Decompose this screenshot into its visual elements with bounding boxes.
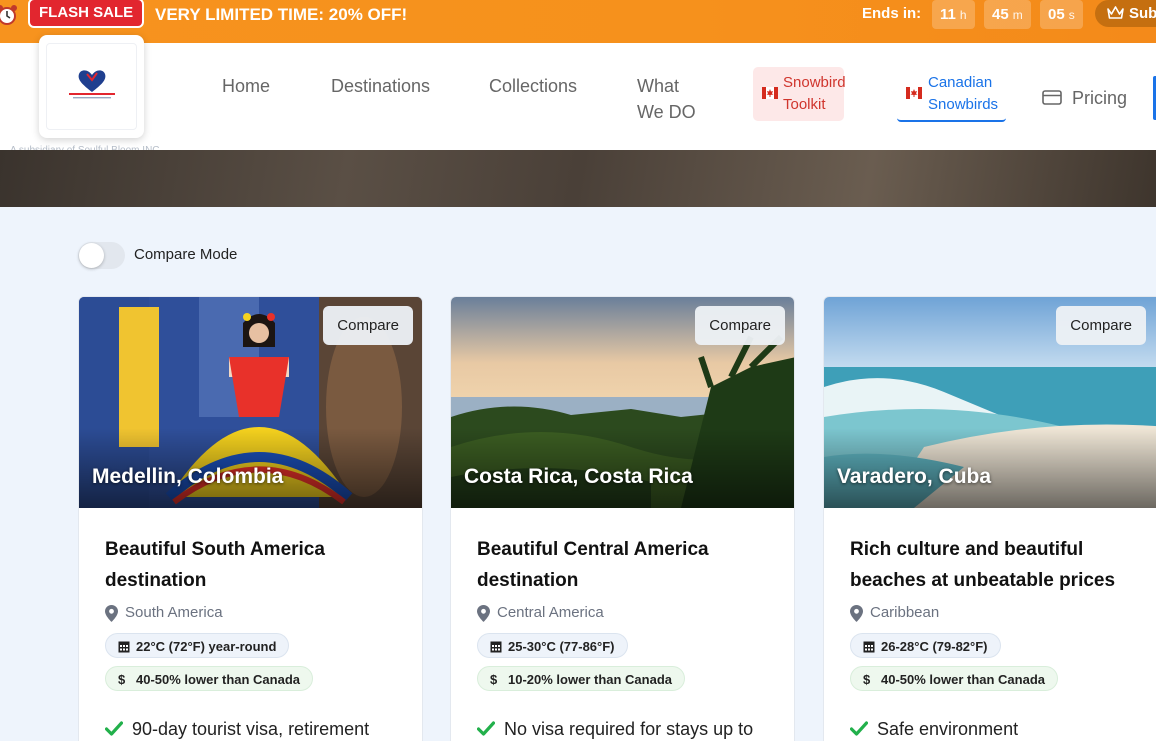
nav-snowbird-toolkit[interactable]: Snowbird Toolkit bbox=[753, 67, 846, 121]
compare-mode-toggle[interactable] bbox=[78, 242, 125, 269]
destination-region: South America bbox=[105, 604, 223, 622]
nav-destinations[interactable]: Destinations bbox=[331, 73, 430, 99]
nav-what-we-do[interactable]: What We DO bbox=[637, 73, 696, 125]
destination-feature: No visa required for stays up to bbox=[477, 719, 753, 740]
location-pin-icon bbox=[477, 605, 490, 622]
nav-home[interactable]: Home bbox=[222, 73, 270, 99]
check-icon bbox=[850, 721, 868, 736]
destination-city: Medellin, Colombia bbox=[92, 465, 284, 488]
dollar-icon: $ bbox=[863, 673, 871, 686]
main-navbar: A subsidiary of Soulful Bloom INC Home D… bbox=[0, 35, 1156, 156]
flash-sale-bar: FLASH SALE VERY LIMITED TIME: 20% OFF! E… bbox=[0, 0, 1156, 43]
destination-feature: 90-day tourist visa, retirement bbox=[105, 719, 369, 740]
dollar-icon: $ bbox=[490, 673, 498, 686]
temperature-badge: 26-28°C (79-82°F) bbox=[850, 633, 1001, 658]
cost-badge: $ 40-50% lower than Canada bbox=[105, 666, 313, 691]
destination-title: Beautiful South America destination bbox=[105, 539, 325, 591]
svg-text:$: $ bbox=[490, 673, 498, 686]
cost-badge: $ 10-20% lower than Canada bbox=[477, 666, 685, 691]
canada-flag-icon bbox=[762, 87, 778, 99]
credit-card-icon bbox=[1042, 90, 1062, 105]
svg-text:$: $ bbox=[863, 673, 871, 686]
countdown-hours: 11 h bbox=[932, 0, 975, 29]
toggle-knob bbox=[79, 243, 104, 268]
canada-flag-icon bbox=[906, 87, 922, 99]
destination-region: Caribbean bbox=[850, 604, 939, 622]
destination-title: Beautiful Central America destination bbox=[477, 539, 709, 591]
alarm-clock-icon bbox=[0, 5, 17, 25]
site-logo[interactable] bbox=[39, 35, 144, 138]
destination-feature: Safe environment bbox=[850, 719, 1018, 740]
flash-sale-badge: FLASH SALE bbox=[28, 0, 145, 28]
temperature-badge: 25-30°C (77-86°F) bbox=[477, 633, 628, 658]
temperature-badge: 22°C (72°F) year-round bbox=[105, 633, 290, 658]
dollar-icon: $ bbox=[118, 673, 126, 686]
destination-city: Varadero, Cuba bbox=[837, 465, 992, 488]
destination-card[interactable]: Varadero, Cuba Compare Rich culture and … bbox=[823, 296, 1156, 741]
hero-image-strip bbox=[0, 150, 1156, 207]
destination-card[interactable]: Medellin, Colombia Compare Beautiful Sou… bbox=[78, 296, 423, 741]
nav-canadian-snowbirds[interactable]: Canadian Snowbirds bbox=[897, 67, 1006, 122]
countdown-label: Ends in: bbox=[862, 5, 922, 22]
calendar-icon bbox=[863, 641, 875, 653]
check-icon bbox=[105, 721, 123, 736]
destination-region: Central America bbox=[477, 604, 604, 622]
calendar-icon bbox=[490, 641, 502, 653]
flash-sale-text: VERY LIMITED TIME: 20% OFF! bbox=[155, 5, 408, 24]
countdown-minutes: 45 m bbox=[984, 0, 1031, 29]
svg-text:$: $ bbox=[118, 673, 126, 686]
location-pin-icon bbox=[105, 605, 118, 622]
calendar-icon bbox=[118, 641, 130, 653]
cost-badge: $ 40-50% lower than Canada bbox=[850, 666, 1058, 691]
destination-city: Costa Rica, Costa Rica bbox=[464, 465, 693, 488]
compare-button[interactable]: Compare bbox=[323, 306, 413, 345]
location-pin-icon bbox=[850, 605, 863, 622]
compare-button[interactable]: Compare bbox=[695, 306, 785, 345]
destination-title: Rich culture and beautiful beaches at un… bbox=[850, 539, 1116, 591]
logo-image bbox=[46, 43, 137, 130]
compare-mode-label: Compare Mode bbox=[134, 246, 238, 263]
check-icon bbox=[477, 721, 495, 736]
subscribe-button[interactable]: Sub bbox=[1095, 0, 1156, 27]
nav-pricing[interactable]: Pricing bbox=[1042, 86, 1127, 110]
crown-icon bbox=[1107, 6, 1124, 19]
nav-collections[interactable]: Collections bbox=[489, 73, 577, 99]
destination-card[interactable]: Costa Rica, Costa Rica Compare Beautiful… bbox=[450, 296, 795, 741]
compare-button[interactable]: Compare bbox=[1056, 306, 1146, 345]
logo-heart-icon bbox=[69, 70, 115, 99]
countdown-seconds: 05 s bbox=[1040, 0, 1083, 29]
